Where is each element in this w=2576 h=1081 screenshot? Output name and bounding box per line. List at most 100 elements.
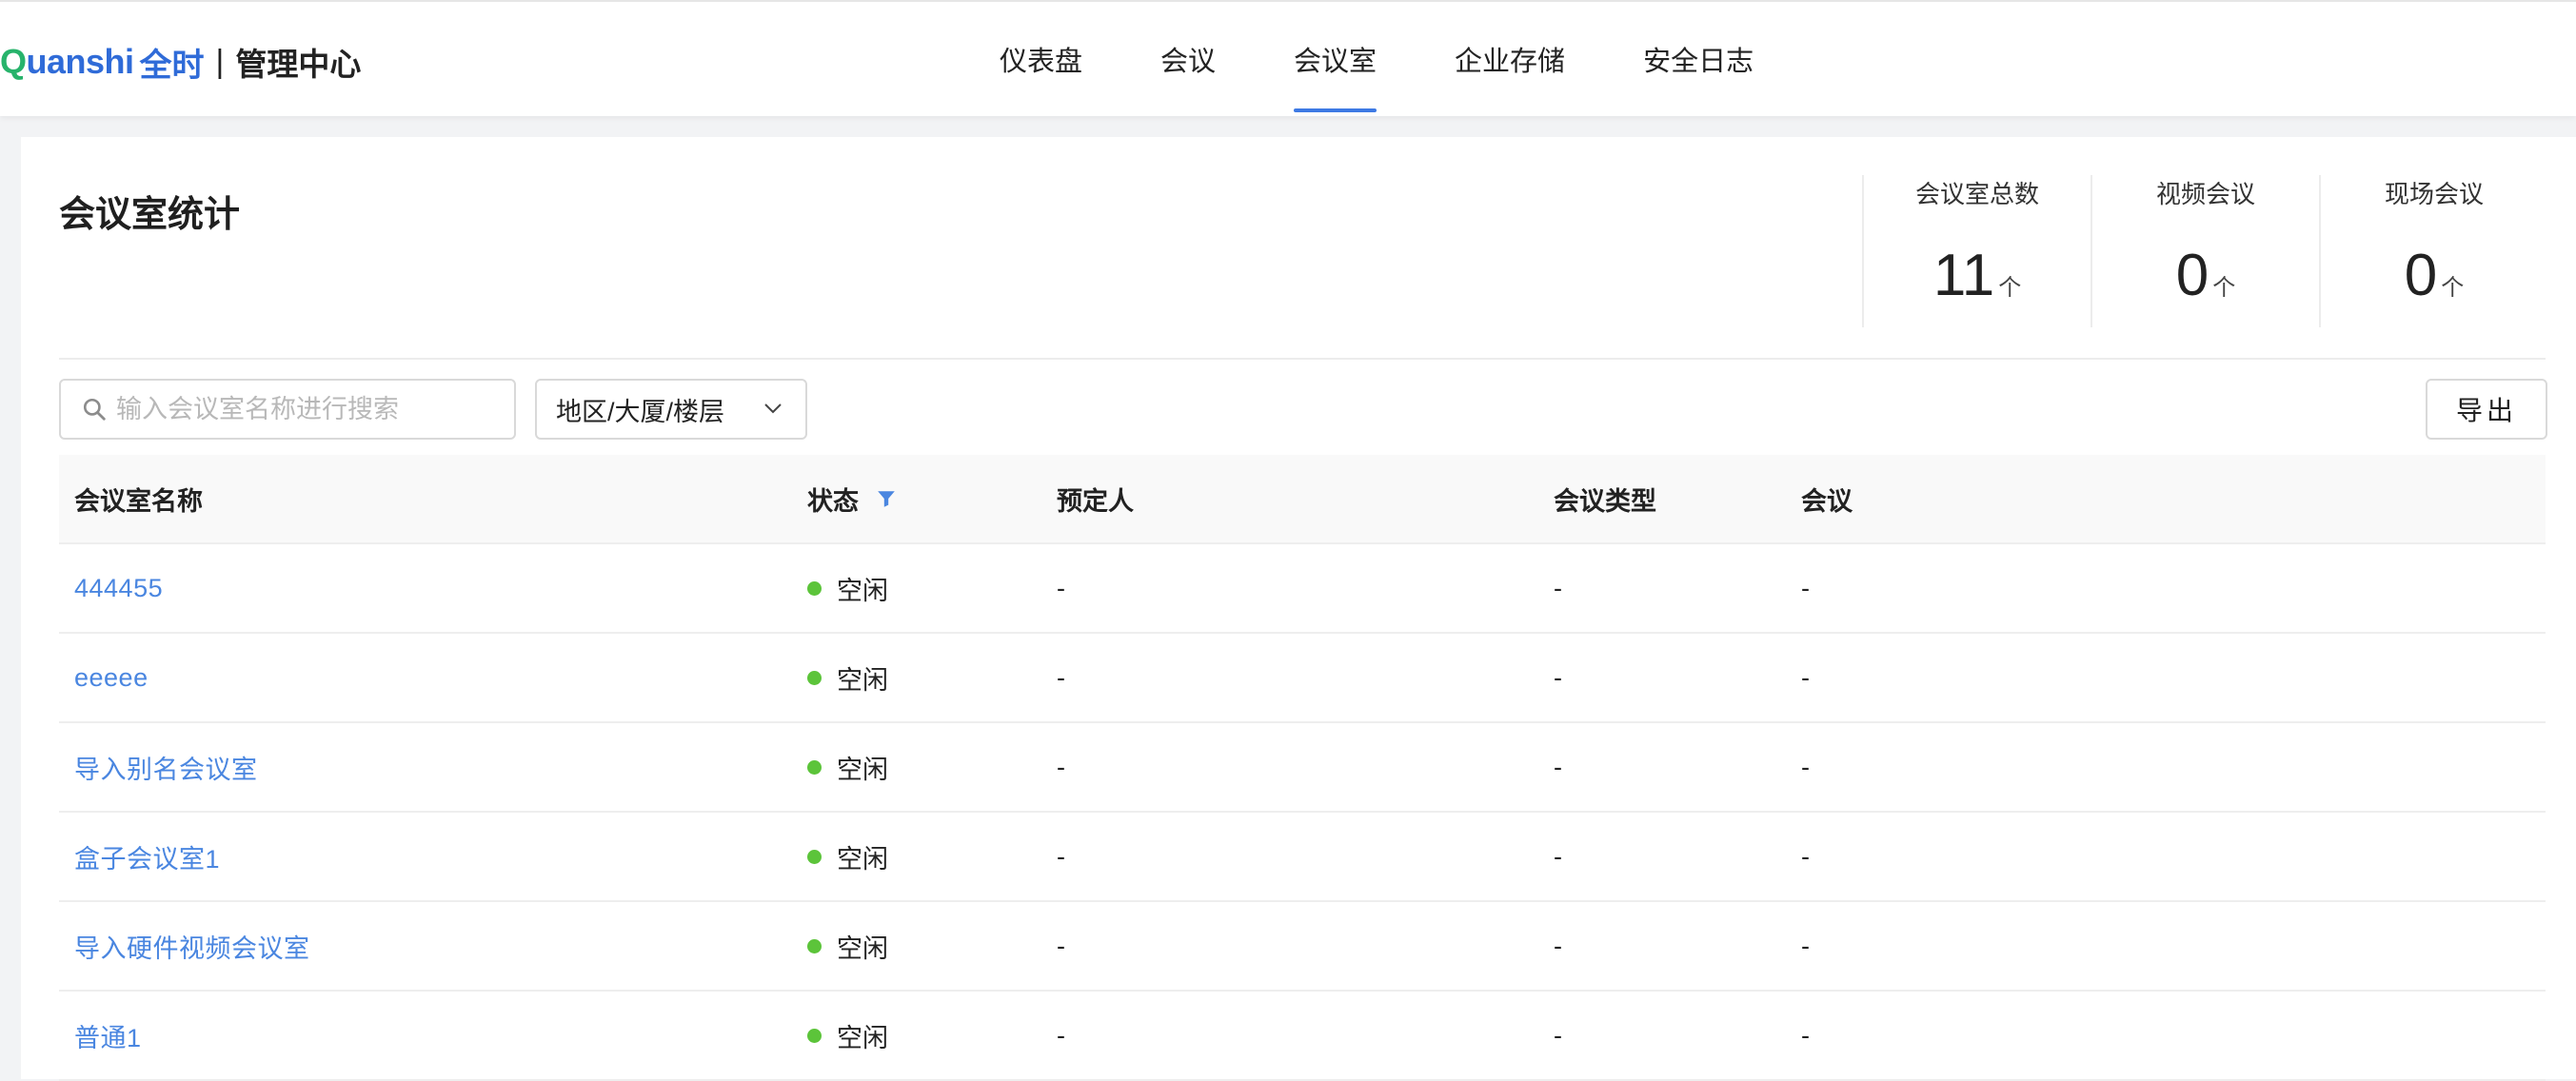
status-cell: 空闲 (807, 838, 1057, 875)
top-navigation-bar: Quanshi 全时 | 管理中心 仪表盘 会议 会议室 企业存储 安全日志 (0, 0, 2576, 116)
room-name-cell: 导入硬件视频会议室 (59, 928, 807, 965)
meeting-cell: - (1801, 662, 1810, 692)
status-dot-icon (807, 759, 822, 775)
quanshi-logo: Quanshi (0, 42, 134, 81)
room-name-cell: 444455 (59, 574, 807, 603)
booker-cell: - (1057, 573, 1065, 602)
filter-icon[interactable] (876, 488, 897, 509)
meeting-type-cell: - (1554, 931, 1562, 960)
chevron-down-icon (764, 403, 782, 414)
column-header-status-label: 状态 (807, 486, 859, 516)
header-divider (59, 358, 2546, 360)
nav-item-dashboard[interactable]: 仪表盘 (1000, 2, 1082, 116)
main-card: 会议室统计 会议室总数 11 个 视频会议 0 个 现场会议 0 个 输入会议室… (21, 137, 2576, 1081)
table-header: 会议室名称 状态 预定人 会议类型 会议 (59, 455, 2546, 544)
stat-value: 0 个 (2405, 246, 2464, 305)
status-cell: 空闲 (807, 659, 1057, 697)
room-name-link[interactable]: 普通1 (74, 1017, 142, 1054)
room-name-link[interactable]: 导入硬件视频会议室 (74, 928, 310, 965)
stats-panel: 会议室总数 11 个 视频会议 0 个 现场会议 0 个 (1862, 175, 2547, 327)
main-nav: 仪表盘 会议 会议室 企业存储 安全日志 (1000, 2, 1832, 118)
meeting-type-cell: - (1554, 662, 1562, 692)
room-name-cell: 导入别名会议室 (59, 749, 807, 786)
nav-item-security-log[interactable]: 安全日志 (1643, 2, 1754, 116)
stat-value: 11 个 (1933, 246, 2021, 305)
meeting-room-table: 会议室名称 状态 预定人 会议类型 会议 444455 空闲 - - - eee… (59, 455, 2546, 1081)
status-text: 空闲 (837, 576, 888, 605)
meeting-cell: - (1801, 841, 1810, 871)
stat-video-meetings: 视频会议 0 个 (2091, 175, 2319, 327)
search-icon (83, 398, 106, 421)
status-dot-icon (807, 580, 822, 596)
stat-number: 11 (1932, 243, 1995, 308)
stat-onsite-meetings: 现场会议 0 个 (2319, 175, 2547, 327)
booker-cell: - (1057, 841, 1065, 871)
status-cell: 空闲 (807, 749, 1057, 786)
table-row: eeeee 空闲 - - - (59, 634, 2546, 723)
stat-label: 会议室总数 (1914, 180, 2039, 208)
booker-cell: - (1057, 931, 1065, 960)
status-text: 空闲 (837, 1023, 888, 1052)
meeting-type-cell: - (1554, 841, 1562, 871)
nav-item-meetings[interactable]: 会议 (1160, 2, 1216, 116)
room-name-link[interactable]: 导入别名会议室 (74, 749, 258, 786)
page-title: 会议室统计 (59, 195, 241, 235)
meeting-cell: - (1801, 931, 1810, 960)
status-dot-icon (807, 1028, 822, 1043)
column-header-room-name: 会议室名称 (74, 486, 203, 516)
brand-cn-name: 全时 (139, 47, 205, 84)
status-cell: 空闲 (807, 570, 1057, 607)
column-header-meeting-type: 会议类型 (1554, 486, 1656, 516)
location-select-value: 地区/大厦/楼层 (556, 397, 725, 426)
status-cell: 空闲 (807, 1017, 1057, 1054)
status-dot-icon (807, 938, 822, 953)
brand-title: 管理中心 (235, 47, 362, 82)
status-text: 空闲 (837, 934, 888, 963)
meeting-cell: - (1801, 752, 1810, 781)
status-text: 空闲 (837, 755, 888, 784)
stat-unit: 个 (1998, 275, 2022, 301)
status-dot-icon (807, 849, 822, 864)
location-select[interactable]: 地区/大厦/楼层 (535, 379, 807, 440)
column-header-status: 状态 (807, 481, 1057, 518)
search-input[interactable] (116, 394, 497, 424)
column-header-booker: 预定人 (1057, 486, 1134, 516)
status-dot-icon (807, 670, 822, 685)
table-row: 导入硬件视频会议室 空闲 - - - (59, 902, 2546, 992)
room-name-cell: 盒子会议室1 (59, 838, 807, 875)
stat-total-rooms: 会议室总数 11 个 (1862, 175, 2091, 327)
brand-separator: | (215, 43, 225, 80)
meeting-cell: - (1801, 1020, 1810, 1050)
booker-cell: - (1057, 752, 1065, 781)
table-row: 盒子会议室1 空闲 - - - (59, 813, 2546, 902)
meeting-cell: - (1801, 573, 1810, 602)
meeting-type-cell: - (1554, 573, 1562, 602)
table-row: 444455 空闲 - - - (59, 544, 2546, 634)
room-name-cell: eeeee (59, 663, 807, 693)
stat-label: 视频会议 (2155, 180, 2255, 208)
nav-item-meeting-rooms[interactable]: 会议室 (1294, 2, 1377, 116)
stat-unit: 个 (2212, 275, 2236, 301)
table-row: 导入别名会议室 空闲 - - - (59, 723, 2546, 813)
meeting-type-cell: - (1554, 752, 1562, 781)
brand[interactable]: Quanshi 全时 | 管理中心 (0, 38, 361, 86)
stat-number: 0 (2175, 243, 2209, 308)
room-name-link[interactable]: eeeee (74, 663, 149, 693)
stat-unit: 个 (2441, 275, 2465, 301)
status-text: 空闲 (837, 844, 888, 874)
booker-cell: - (1057, 662, 1065, 692)
export-button[interactable]: 导出 (2426, 379, 2547, 440)
room-name-cell: 普通1 (59, 1017, 807, 1054)
room-name-link[interactable]: 盒子会议室1 (74, 838, 220, 875)
stat-label: 现场会议 (2384, 180, 2484, 208)
search-box[interactable] (59, 379, 516, 440)
column-header-meeting: 会议 (1801, 486, 1853, 516)
status-cell: 空闲 (807, 928, 1057, 965)
room-name-link[interactable]: 444455 (74, 574, 163, 603)
stat-number: 0 (2404, 243, 2438, 308)
booker-cell: - (1057, 1020, 1065, 1050)
stat-value: 0 个 (2176, 246, 2235, 305)
nav-item-enterprise-storage[interactable]: 企业存储 (1455, 2, 1565, 116)
status-text: 空闲 (837, 665, 888, 695)
table-row: 普通1 空闲 - - - (59, 992, 2546, 1081)
